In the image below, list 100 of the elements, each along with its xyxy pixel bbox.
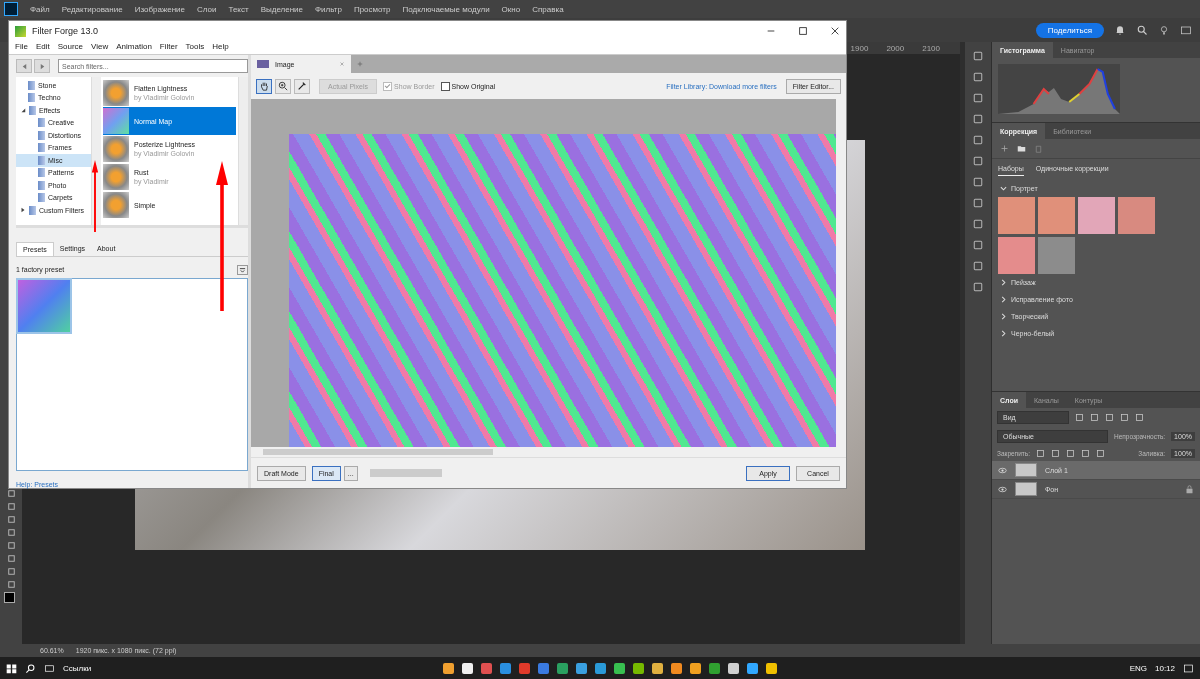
menu-item[interactable]: Слои [197,4,217,14]
layer-thumbnail [1015,463,1037,477]
language-indicator[interactable]: ENG [1129,663,1147,673]
panel-icon[interactable] [972,113,984,125]
app-icon[interactable] [671,662,683,674]
ruler-label: 2100 [922,43,940,53]
hand-icon [259,81,269,91]
app-icon[interactable] [652,662,664,674]
hand-tool-button[interactable] [256,78,272,94]
chevron-icon[interactable] [1000,296,1007,303]
clock[interactable]: 10:12 [1155,663,1175,673]
taskbar-label[interactable]: Ссылки [63,663,92,673]
eye-icon[interactable] [998,484,1007,494]
panel-icon[interactable] [972,197,984,209]
app-logo-icon[interactable] [4,2,18,16]
chevron-icon[interactable] [1000,330,1007,337]
menu-item[interactable]: Изображение [134,4,186,14]
tool-icon[interactable] [5,527,17,538]
menu-item[interactable]: View [91,42,109,51]
back-button[interactable] [16,59,32,73]
filter-thumbnail [103,164,129,190]
menu-item[interactable]: Tools [185,42,205,51]
plus-icon[interactable] [1000,144,1009,153]
menu-item[interactable]: Редактирование [61,4,123,14]
color-swatches-icon[interactable] [4,592,18,606]
app-icon[interactable] [766,662,778,674]
layer-thumbnail [1015,482,1037,496]
expander-icon[interactable] [20,207,26,214]
tool-icon[interactable] [5,579,17,590]
panel-icon[interactable] [972,239,984,251]
search-icon[interactable] [25,662,36,674]
maximize-icon[interactable] [798,26,808,36]
tool-icon[interactable] [5,514,17,525]
ruler-label: 2000 [886,43,905,53]
notification-icon[interactable] [1183,662,1194,674]
menu-item[interactable]: Animation [116,42,152,51]
app-icon[interactable] [462,662,474,674]
folder-icon[interactable] [1017,144,1026,153]
menu-item[interactable]: Файл [30,4,50,14]
chevron-icon[interactable] [1000,313,1007,320]
task-view-icon[interactable] [44,662,55,674]
menu-item[interactable]: Source [57,42,84,51]
eyedropper-button[interactable] [294,78,310,94]
close-icon[interactable] [830,26,840,36]
scrollbar[interactable] [91,77,101,225]
app-icon[interactable] [633,662,645,674]
chevron-icon[interactable] [1000,185,1007,192]
menu-item[interactable]: Help [212,42,229,51]
tool-icon[interactable] [5,501,17,512]
eye-icon[interactable] [998,465,1007,475]
menu-button[interactable] [237,264,248,275]
tool-icon[interactable] [5,553,17,564]
scrollbar[interactable] [251,447,846,457]
preset-thumbnail[interactable] [18,279,70,332]
app-logo-icon [15,25,26,37]
tool-icon[interactable] [5,488,17,499]
menu-item[interactable]: Фильтр [315,4,342,14]
eyedropper-icon [297,81,307,91]
menu-item[interactable]: Справка [532,4,564,14]
menu-item[interactable]: File [15,42,28,51]
app-icon[interactable] [728,662,740,674]
zoom-tool-button[interactable] [275,78,291,94]
panel-icon[interactable] [972,50,984,62]
panel-icon[interactable] [972,176,984,188]
app-icon[interactable] [690,662,702,674]
windows-logo-icon[interactable] [6,662,17,674]
chevron-icon[interactable] [1000,279,1007,286]
bell-icon[interactable] [1114,24,1126,36]
zoom-icon [278,81,288,91]
filter-thumbnail [103,136,129,162]
ruler-label: 1900 [850,43,869,53]
panel-icon[interactable] [972,71,984,83]
expander-icon[interactable] [20,107,26,114]
lightbulb-icon[interactable] [1158,24,1170,36]
panel-icon[interactable] [972,155,984,167]
forward-button[interactable] [34,59,50,73]
app-icon[interactable] [614,662,626,674]
menu-item[interactable]: Окно [501,4,521,14]
scrollbar[interactable] [238,77,248,225]
menu-item[interactable]: Просмотр [353,4,391,14]
menu-item[interactable]: Подключаемые модули [402,4,490,14]
search-icon[interactable] [1136,24,1148,36]
tool-icon[interactable] [5,566,17,577]
panel-icon[interactable] [972,281,984,293]
share-button[interactable]: Поделиться [1035,22,1104,38]
app-icon[interactable] [443,662,455,674]
app-icon[interactable] [576,662,588,674]
menu-item[interactable]: Edit [35,42,50,51]
panel-icon[interactable] [972,218,984,230]
right-triangle-icon [38,62,46,70]
app-icon[interactable] [747,662,759,674]
panel-icon[interactable] [972,260,984,272]
dropdown-icon [239,266,246,274]
menu-item[interactable]: Выделение [260,4,303,14]
workspace-icon[interactable] [1180,24,1192,36]
menu-item[interactable]: Filter [159,42,178,51]
menu-item[interactable]: Текст [228,4,249,14]
tool-icon[interactable] [5,540,17,551]
panel-icon[interactable] [972,92,984,104]
panel-icon[interactable] [972,134,984,146]
